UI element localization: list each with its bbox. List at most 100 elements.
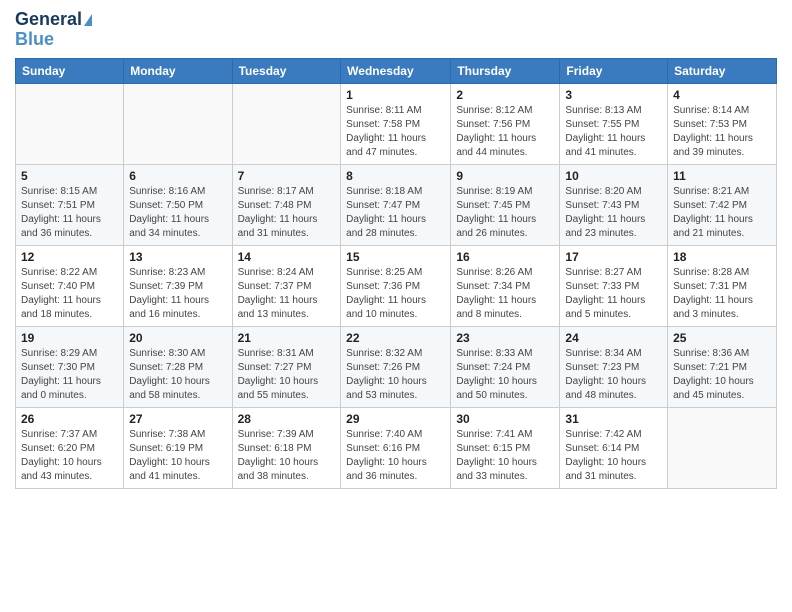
day-number: 27 xyxy=(129,412,226,426)
day-info: Sunrise: 7:37 AMSunset: 6:20 PMDaylight:… xyxy=(21,428,118,484)
calendar-cell: 27 Sunrise: 7:38 AMSunset: 6:19 PMDayligh… xyxy=(124,407,232,488)
day-number: 2 xyxy=(456,88,554,102)
weekday-header-sunday: Sunday xyxy=(16,58,124,83)
day-number: 10 xyxy=(565,169,662,183)
calendar-cell: 19Sunrise: 8:29 AMSunset: 7:30 PMDayligh… xyxy=(16,326,124,407)
calendar-cell: 30 Sunrise: 7:41 AMSunset: 6:15 PMDayligh… xyxy=(451,407,560,488)
day-info: Sunrise: 8:16 AMSunset: 7:50 PMDaylight:… xyxy=(129,185,226,241)
calendar-cell xyxy=(668,407,777,488)
day-number: 17 xyxy=(565,250,662,264)
calendar-cell: 25Sunrise: 8:36 AMSunset: 7:21 PMDayligh… xyxy=(668,326,777,407)
calendar-cell: 20 Sunrise: 8:30 AMSunset: 7:28 PMDayligh… xyxy=(124,326,232,407)
day-number: 18 xyxy=(673,250,771,264)
calendar-cell: 12 Sunrise: 8:22 AMSunset: 7:40 PMDayligh… xyxy=(16,245,124,326)
weekday-header-tuesday: Tuesday xyxy=(232,58,341,83)
day-info: Sunrise: 8:30 AMSunset: 7:28 PMDaylight:… xyxy=(129,347,226,403)
calendar-cell: 5 Sunrise: 8:15 AMSunset: 7:51 PMDaylight… xyxy=(16,164,124,245)
calendar-cell: 3Sunrise: 8:13 AMSunset: 7:55 PMDaylight… xyxy=(560,83,668,164)
day-number: 31 xyxy=(565,412,662,426)
day-number: 26 xyxy=(21,412,118,426)
weekday-header-thursday: Thursday xyxy=(451,58,560,83)
calendar-cell: 8 Sunrise: 8:18 AMSunset: 7:47 PMDaylight… xyxy=(341,164,451,245)
calendar-cell: 29Sunrise: 7:40 AMSunset: 6:16 PMDayligh… xyxy=(341,407,451,488)
weekday-header-wednesday: Wednesday xyxy=(341,58,451,83)
day-number: 8 xyxy=(346,169,445,183)
day-number: 19 xyxy=(21,331,118,345)
day-number: 3 xyxy=(565,88,662,102)
calendar-cell xyxy=(232,83,341,164)
calendar-cell: 14 Sunrise: 8:24 AMSunset: 7:37 PMDayligh… xyxy=(232,245,341,326)
day-number: 28 xyxy=(238,412,336,426)
weekday-row: SundayMondayTuesdayWednesdayThursdayFrid… xyxy=(16,58,777,83)
page: General Blue SundayMondayTuesdayWednesda… xyxy=(0,0,792,612)
calendar-cell: 7 Sunrise: 8:17 AMSunset: 7:48 PMDaylight… xyxy=(232,164,341,245)
day-number: 13 xyxy=(129,250,226,264)
day-info: Sunrise: 8:21 AMSunset: 7:42 PMDaylight:… xyxy=(673,185,771,241)
day-info: Sunrise: 8:22 AMSunset: 7:40 PMDaylight:… xyxy=(21,266,118,322)
header: General Blue xyxy=(15,10,777,50)
calendar-cell: 26 Sunrise: 7:37 AMSunset: 6:20 PMDayligh… xyxy=(16,407,124,488)
day-info: Sunrise: 8:15 AMSunset: 7:51 PMDaylight:… xyxy=(21,185,118,241)
day-number: 12 xyxy=(21,250,118,264)
day-number: 7 xyxy=(238,169,336,183)
day-info: Sunrise: 8:27 AMSunset: 7:33 PMDaylight:… xyxy=(565,266,662,322)
day-info: Sunrise: 7:39 AMSunset: 6:18 PMDaylight:… xyxy=(238,428,336,484)
day-info: Sunrise: 7:40 AMSunset: 6:16 PMDaylight:… xyxy=(346,428,445,484)
calendar-cell xyxy=(16,83,124,164)
calendar-body: 1 Sunrise: 8:11 AMSunset: 7:58 PMDaylight… xyxy=(16,83,777,488)
calendar-week-1: 5 Sunrise: 8:15 AMSunset: 7:51 PMDaylight… xyxy=(16,164,777,245)
day-number: 21 xyxy=(238,331,336,345)
day-number: 1 xyxy=(346,88,445,102)
day-info: Sunrise: 8:17 AMSunset: 7:48 PMDaylight:… xyxy=(238,185,336,241)
day-info: Sunrise: 8:11 AMSunset: 7:58 PMDaylight:… xyxy=(346,104,445,160)
day-number: 23 xyxy=(456,331,554,345)
calendar-cell: 23 Sunrise: 8:33 AMSunset: 7:24 PMDayligh… xyxy=(451,326,560,407)
calendar-cell: 31Sunrise: 7:42 AMSunset: 6:14 PMDayligh… xyxy=(560,407,668,488)
day-info: Sunrise: 8:19 AMSunset: 7:45 PMDaylight:… xyxy=(456,185,554,241)
day-info: Sunrise: 8:33 AMSunset: 7:24 PMDaylight:… xyxy=(456,347,554,403)
calendar-cell: 2Sunrise: 8:12 AMSunset: 7:56 PMDaylight… xyxy=(451,83,560,164)
day-number: 5 xyxy=(21,169,118,183)
calendar-cell: 17 Sunrise: 8:27 AMSunset: 7:33 PMDayligh… xyxy=(560,245,668,326)
logo-icon xyxy=(84,14,92,26)
day-info: Sunrise: 8:28 AMSunset: 7:31 PMDaylight:… xyxy=(673,266,771,322)
calendar-week-0: 1 Sunrise: 8:11 AMSunset: 7:58 PMDaylight… xyxy=(16,83,777,164)
calendar-header: SundayMondayTuesdayWednesdayThursdayFrid… xyxy=(16,58,777,83)
calendar-cell: 24Sunrise: 8:34 AMSunset: 7:23 PMDayligh… xyxy=(560,326,668,407)
day-info: Sunrise: 8:20 AMSunset: 7:43 PMDaylight:… xyxy=(565,185,662,241)
day-number: 15 xyxy=(346,250,445,264)
calendar-cell: 9Sunrise: 8:19 AMSunset: 7:45 PMDaylight… xyxy=(451,164,560,245)
day-number: 14 xyxy=(238,250,336,264)
calendar-cell: 13Sunrise: 8:23 AMSunset: 7:39 PMDayligh… xyxy=(124,245,232,326)
day-info: Sunrise: 8:31 AMSunset: 7:27 PMDaylight:… xyxy=(238,347,336,403)
calendar-week-4: 26 Sunrise: 7:37 AMSunset: 6:20 PMDayligh… xyxy=(16,407,777,488)
logo-text-blue: Blue xyxy=(15,30,54,50)
calendar: SundayMondayTuesdayWednesdayThursdayFrid… xyxy=(15,58,777,489)
day-info: Sunrise: 7:41 AMSunset: 6:15 PMDaylight:… xyxy=(456,428,554,484)
day-number: 6 xyxy=(129,169,226,183)
calendar-cell: 18 Sunrise: 8:28 AMSunset: 7:31 PMDayligh… xyxy=(668,245,777,326)
day-info: Sunrise: 8:24 AMSunset: 7:37 PMDaylight:… xyxy=(238,266,336,322)
day-number: 25 xyxy=(673,331,771,345)
calendar-cell: 22Sunrise: 8:32 AMSunset: 7:26 PMDayligh… xyxy=(341,326,451,407)
day-info: Sunrise: 8:14 AMSunset: 7:53 PMDaylight:… xyxy=(673,104,771,160)
calendar-cell: 4Sunrise: 8:14 AMSunset: 7:53 PMDaylight… xyxy=(668,83,777,164)
calendar-week-3: 19Sunrise: 8:29 AMSunset: 7:30 PMDayligh… xyxy=(16,326,777,407)
day-number: 24 xyxy=(565,331,662,345)
logo-text-general: General xyxy=(15,10,82,30)
day-info: Sunrise: 8:26 AMSunset: 7:34 PMDaylight:… xyxy=(456,266,554,322)
day-number: 30 xyxy=(456,412,554,426)
calendar-cell: 16Sunrise: 8:26 AMSunset: 7:34 PMDayligh… xyxy=(451,245,560,326)
day-info: Sunrise: 7:38 AMSunset: 6:19 PMDaylight:… xyxy=(129,428,226,484)
day-number: 22 xyxy=(346,331,445,345)
calendar-cell: 1 Sunrise: 8:11 AMSunset: 7:58 PMDaylight… xyxy=(341,83,451,164)
day-info: Sunrise: 8:18 AMSunset: 7:47 PMDaylight:… xyxy=(346,185,445,241)
logo: General Blue xyxy=(15,10,92,50)
calendar-cell: 15 Sunrise: 8:25 AMSunset: 7:36 PMDayligh… xyxy=(341,245,451,326)
calendar-cell: 28 Sunrise: 7:39 AMSunset: 6:18 PMDayligh… xyxy=(232,407,341,488)
calendar-cell: 6 Sunrise: 8:16 AMSunset: 7:50 PMDaylight… xyxy=(124,164,232,245)
weekday-header-saturday: Saturday xyxy=(668,58,777,83)
day-number: 11 xyxy=(673,169,771,183)
day-number: 20 xyxy=(129,331,226,345)
day-info: Sunrise: 8:25 AMSunset: 7:36 PMDaylight:… xyxy=(346,266,445,322)
